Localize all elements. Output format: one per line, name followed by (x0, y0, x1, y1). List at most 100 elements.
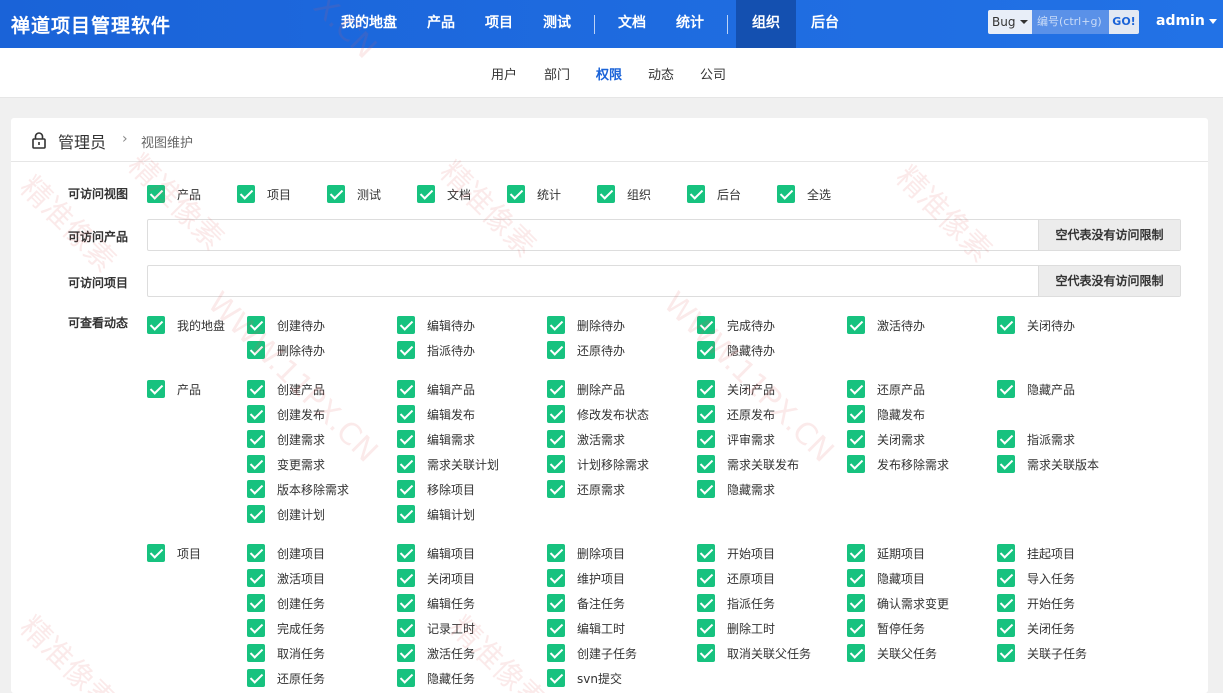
action-checkbox[interactable]: 需求关联计划 (397, 455, 499, 473)
view-checkbox[interactable]: 组织 (597, 185, 651, 203)
action-checkbox[interactable]: 编辑需求 (397, 430, 475, 448)
search-type-select[interactable]: Bug (988, 10, 1032, 34)
checkbox-checked-icon[interactable] (247, 430, 265, 448)
checkbox-checked-icon[interactable] (547, 644, 565, 662)
checkbox-checked-icon[interactable] (507, 185, 525, 203)
checkbox-checked-icon[interactable] (847, 380, 865, 398)
checkbox-checked-icon[interactable] (397, 380, 415, 398)
checkbox-checked-icon[interactable] (247, 644, 265, 662)
checkbox-checked-icon[interactable] (397, 569, 415, 587)
breadcrumb-root[interactable]: 管理员 (58, 129, 106, 153)
checkbox-checked-icon[interactable] (547, 544, 565, 562)
nav-my[interactable]: 我的地盘 (326, 0, 412, 48)
view-checkbox[interactable]: 后台 (687, 185, 741, 203)
action-checkbox[interactable]: 隐藏任务 (397, 669, 475, 687)
nav-project[interactable]: 项目 (470, 0, 528, 48)
action-checkbox[interactable]: 挂起项目 (997, 544, 1075, 562)
checkbox-checked-icon[interactable] (397, 644, 415, 662)
checkbox-checked-icon[interactable] (237, 185, 255, 203)
subnav-user[interactable]: 用户 (491, 64, 517, 83)
checkbox-checked-icon[interactable] (397, 619, 415, 637)
checkbox-checked-icon[interactable] (147, 544, 165, 562)
action-checkbox[interactable]: 指派待办 (397, 341, 475, 359)
view-checkbox[interactable]: 产品 (147, 185, 201, 203)
checkbox-checked-icon[interactable] (697, 480, 715, 498)
action-checkbox[interactable]: 隐藏待办 (697, 341, 775, 359)
action-checkbox[interactable]: 取消关联父任务 (697, 644, 811, 662)
checkbox-checked-icon[interactable] (327, 185, 345, 203)
action-checkbox[interactable]: 关闭项目 (397, 569, 475, 587)
checkbox-checked-icon[interactable] (697, 380, 715, 398)
checkbox-checked-icon[interactable] (397, 480, 415, 498)
checkbox-checked-icon[interactable] (697, 644, 715, 662)
checkbox-checked-icon[interactable] (547, 569, 565, 587)
action-checkbox[interactable]: 创建计划 (247, 505, 325, 523)
checkbox-checked-icon[interactable] (247, 569, 265, 587)
action-checkbox[interactable]: 编辑计划 (397, 505, 475, 523)
subnav-dynamic[interactable]: 动态 (648, 64, 674, 83)
action-checkbox[interactable]: 编辑待办 (397, 316, 475, 334)
checkbox-checked-icon[interactable] (697, 544, 715, 562)
action-checkbox[interactable]: 隐藏项目 (847, 569, 925, 587)
checkbox-checked-icon[interactable] (247, 455, 265, 473)
action-checkbox[interactable]: 创建需求 (247, 430, 325, 448)
checkbox-checked-icon[interactable] (397, 594, 415, 612)
checkbox-checked-icon[interactable] (997, 380, 1015, 398)
action-checkbox[interactable]: 延期项目 (847, 544, 925, 562)
action-checkbox[interactable]: 还原需求 (547, 480, 625, 498)
action-checkbox[interactable]: 变更需求 (247, 455, 325, 473)
action-checkbox[interactable]: 开始项目 (697, 544, 775, 562)
checkbox-checked-icon[interactable] (777, 185, 795, 203)
action-checkbox[interactable]: 激活项目 (247, 569, 325, 587)
checkbox-checked-icon[interactable] (847, 455, 865, 473)
checkbox-checked-icon[interactable] (547, 430, 565, 448)
action-checkbox[interactable]: 删除产品 (547, 380, 625, 398)
action-checkbox[interactable]: 隐藏需求 (697, 480, 775, 498)
nav-admin[interactable]: 后台 (796, 0, 854, 48)
checkbox-checked-icon[interactable] (997, 544, 1015, 562)
action-checkbox[interactable]: 关闭待办 (997, 316, 1075, 334)
action-checkbox[interactable]: 激活任务 (397, 644, 475, 662)
checkbox-checked-icon[interactable] (397, 430, 415, 448)
checkbox-checked-icon[interactable] (547, 594, 565, 612)
checkbox-checked-icon[interactable] (997, 644, 1015, 662)
action-checkbox[interactable]: 还原项目 (697, 569, 775, 587)
checkbox-checked-icon[interactable] (687, 185, 705, 203)
action-checkbox[interactable]: 开始任务 (997, 594, 1075, 612)
action-checkbox[interactable]: 创建项目 (247, 544, 325, 562)
checkbox-checked-icon[interactable] (247, 405, 265, 423)
view-checkbox[interactable]: 全选 (777, 185, 831, 203)
checkbox-checked-icon[interactable] (697, 341, 715, 359)
checkbox-checked-icon[interactable] (597, 185, 615, 203)
nav-doc[interactable]: 文档 (603, 0, 661, 48)
checkbox-checked-icon[interactable] (997, 619, 1015, 637)
checkbox-checked-icon[interactable] (147, 185, 165, 203)
action-checkbox[interactable]: 激活需求 (547, 430, 625, 448)
action-checkbox[interactable]: 还原产品 (847, 380, 925, 398)
checkbox-checked-icon[interactable] (547, 669, 565, 687)
action-checkbox[interactable]: 关联父任务 (847, 644, 937, 662)
action-checkbox[interactable]: 激活待办 (847, 316, 925, 334)
checkbox-checked-icon[interactable] (697, 316, 715, 334)
checkbox-checked-icon[interactable] (547, 455, 565, 473)
action-checkbox[interactable]: 编辑发布 (397, 405, 475, 423)
checkbox-checked-icon[interactable] (247, 669, 265, 687)
checkbox-checked-icon[interactable] (547, 380, 565, 398)
view-checkbox[interactable]: 统计 (507, 185, 561, 203)
action-checkbox[interactable]: 还原任务 (247, 669, 325, 687)
search-go-button[interactable]: GO! (1109, 10, 1139, 34)
action-checkbox[interactable]: svn提交 (547, 669, 622, 687)
action-checkbox[interactable]: 创建待办 (247, 316, 325, 334)
action-checkbox[interactable]: 维护项目 (547, 569, 625, 587)
checkbox-checked-icon[interactable] (247, 594, 265, 612)
action-checkbox[interactable]: 版本移除需求 (247, 480, 349, 498)
action-checkbox[interactable]: 还原发布 (697, 405, 775, 423)
action-checkbox[interactable]: 指派需求 (997, 430, 1075, 448)
checkbox-checked-icon[interactable] (247, 341, 265, 359)
products-empty-hint[interactable]: 空代表没有访问限制 (1038, 220, 1180, 250)
checkbox-checked-icon[interactable] (847, 316, 865, 334)
checkbox-checked-icon[interactable] (247, 380, 265, 398)
checkbox-checked-icon[interactable] (547, 341, 565, 359)
action-checkbox[interactable]: 隐藏发布 (847, 405, 925, 423)
checkbox-checked-icon[interactable] (697, 594, 715, 612)
